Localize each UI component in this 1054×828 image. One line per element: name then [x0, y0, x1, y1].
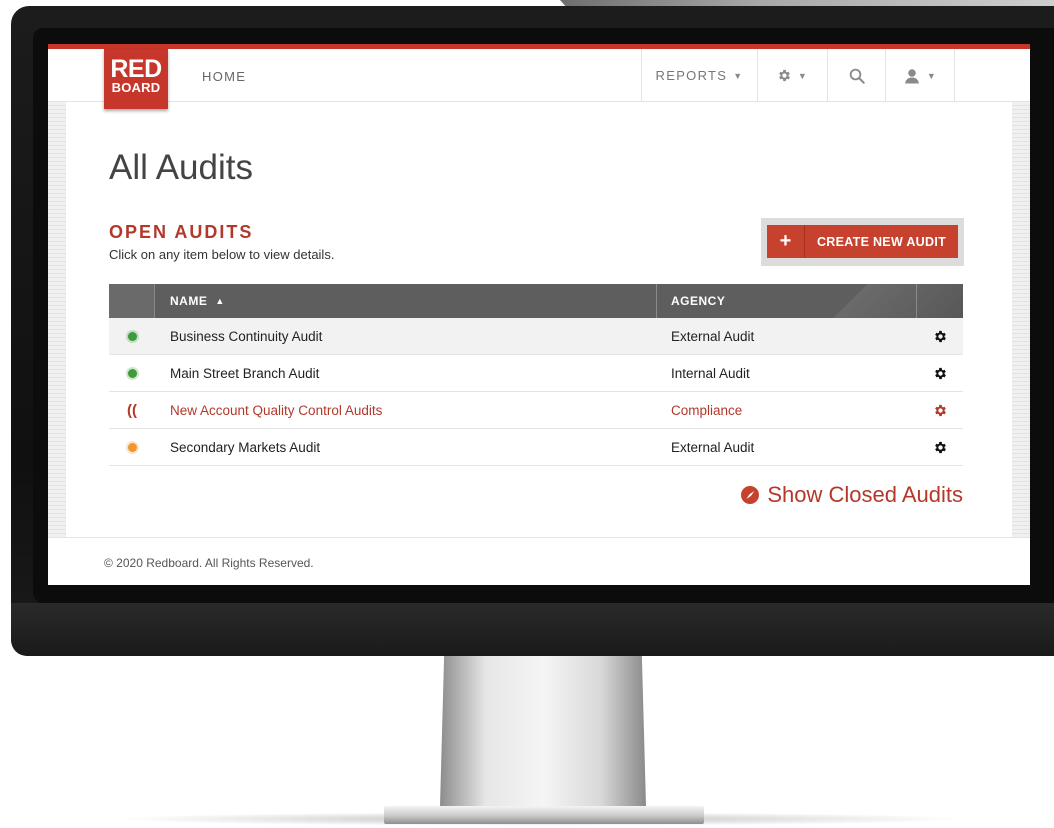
audit-agency: Compliance	[671, 402, 743, 418]
logo-text-red: RED	[110, 55, 162, 83]
table-row[interactable]: Business Continuity Audit External Audit	[109, 318, 963, 355]
caret-down-icon: ▼	[733, 70, 744, 81]
create-new-audit-button[interactable]: + CREATE NEW AUDIT	[767, 225, 958, 258]
compass-icon	[741, 486, 760, 504]
alert-signal-icon: ((	[127, 401, 137, 419]
redboard-logo[interactable]: RED BOARD	[104, 49, 168, 109]
section-title: OPEN AUDITS	[109, 222, 254, 242]
page-footer: © 2020 Redboard. All Rights Reserved.	[48, 537, 1030, 585]
gear-icon	[934, 441, 946, 453]
show-closed-audits-link[interactable]: Show Closed Audits	[741, 482, 963, 508]
row-settings-button[interactable]	[917, 366, 963, 381]
section-subtitle: Click on any item below to view details.	[109, 247, 335, 262]
table-row[interactable]: Main Street Branch Audit Internal Audit	[109, 355, 963, 392]
monitor-chin	[11, 603, 1054, 656]
nav-user-dropdown[interactable]: ▼	[885, 49, 955, 102]
audits-table: NAME ▲ AGENCY Business Continuity Audit …	[109, 284, 963, 466]
page-title: All Audits	[109, 148, 253, 187]
audit-agency: Internal Audit	[671, 365, 750, 381]
search-icon	[849, 68, 865, 84]
nav-search-button[interactable]	[827, 49, 885, 102]
plus-icon: +	[767, 225, 805, 258]
table-header: NAME ▲ AGENCY	[109, 284, 963, 318]
row-settings-button[interactable]	[917, 440, 963, 455]
monitor-stand	[440, 656, 646, 806]
logo-text-board: BOARD	[111, 80, 161, 95]
top-navbar: RED BOARD HOME REPORTS ▼ ▼ ▼	[48, 49, 1030, 109]
gear-icon	[934, 367, 946, 379]
sort-ascending-icon: ▲	[215, 296, 225, 306]
agency-column-header[interactable]: AGENCY	[657, 284, 917, 318]
nav-settings-dropdown[interactable]: ▼	[757, 49, 827, 102]
row-settings-button[interactable]	[917, 403, 963, 418]
create-button-label: CREATE NEW AUDIT	[816, 234, 947, 249]
audit-agency: External Audit	[671, 439, 755, 455]
nav-right-group: REPORTS ▼ ▼ ▼	[641, 49, 955, 102]
audit-name: Main Street Branch Audit	[170, 365, 320, 381]
row-settings-button[interactable]	[917, 329, 963, 344]
audit-name: Secondary Markets Audit	[170, 439, 321, 455]
right-rail	[1012, 102, 1030, 578]
caret-down-icon: ▼	[797, 70, 809, 81]
name-column-label: NAME	[170, 294, 208, 308]
gear-icon	[934, 404, 946, 416]
left-rail	[48, 102, 66, 578]
gear-icon	[934, 330, 946, 342]
copyright-text: © 2020 Redboard. All Rights Reserved.	[104, 556, 314, 570]
name-column-header[interactable]: NAME ▲	[155, 284, 657, 318]
nav-reports-label: REPORTS	[655, 68, 728, 83]
audit-name: Business Continuity Audit	[170, 328, 323, 344]
app-screen: RED BOARD HOME REPORTS ▼ ▼ ▼ All Audits …	[48, 44, 1030, 585]
nav-home-link[interactable]: HOME	[202, 69, 246, 84]
show-closed-label: Show Closed Audits	[767, 482, 963, 507]
gear-icon	[779, 69, 790, 82]
status-column-header	[109, 284, 155, 318]
table-row[interactable]: (( New Account Quality Control Audits Co…	[109, 392, 963, 429]
caret-down-icon: ▼	[926, 70, 938, 81]
agency-column-label: AGENCY	[671, 294, 726, 308]
user-icon	[905, 68, 919, 83]
table-row[interactable]: Secondary Markets Audit External Audit	[109, 429, 963, 466]
monitor-base	[384, 806, 704, 824]
status-orange-icon	[127, 442, 137, 452]
actions-column-header	[917, 284, 963, 318]
audit-agency: External Audit	[671, 328, 755, 344]
audit-name: New Account Quality Control Audits	[170, 402, 383, 418]
nav-reports-dropdown[interactable]: REPORTS ▼	[641, 49, 757, 102]
create-button-frame: + CREATE NEW AUDIT	[761, 218, 964, 266]
status-green-icon	[127, 331, 137, 341]
status-green-icon	[127, 368, 137, 378]
